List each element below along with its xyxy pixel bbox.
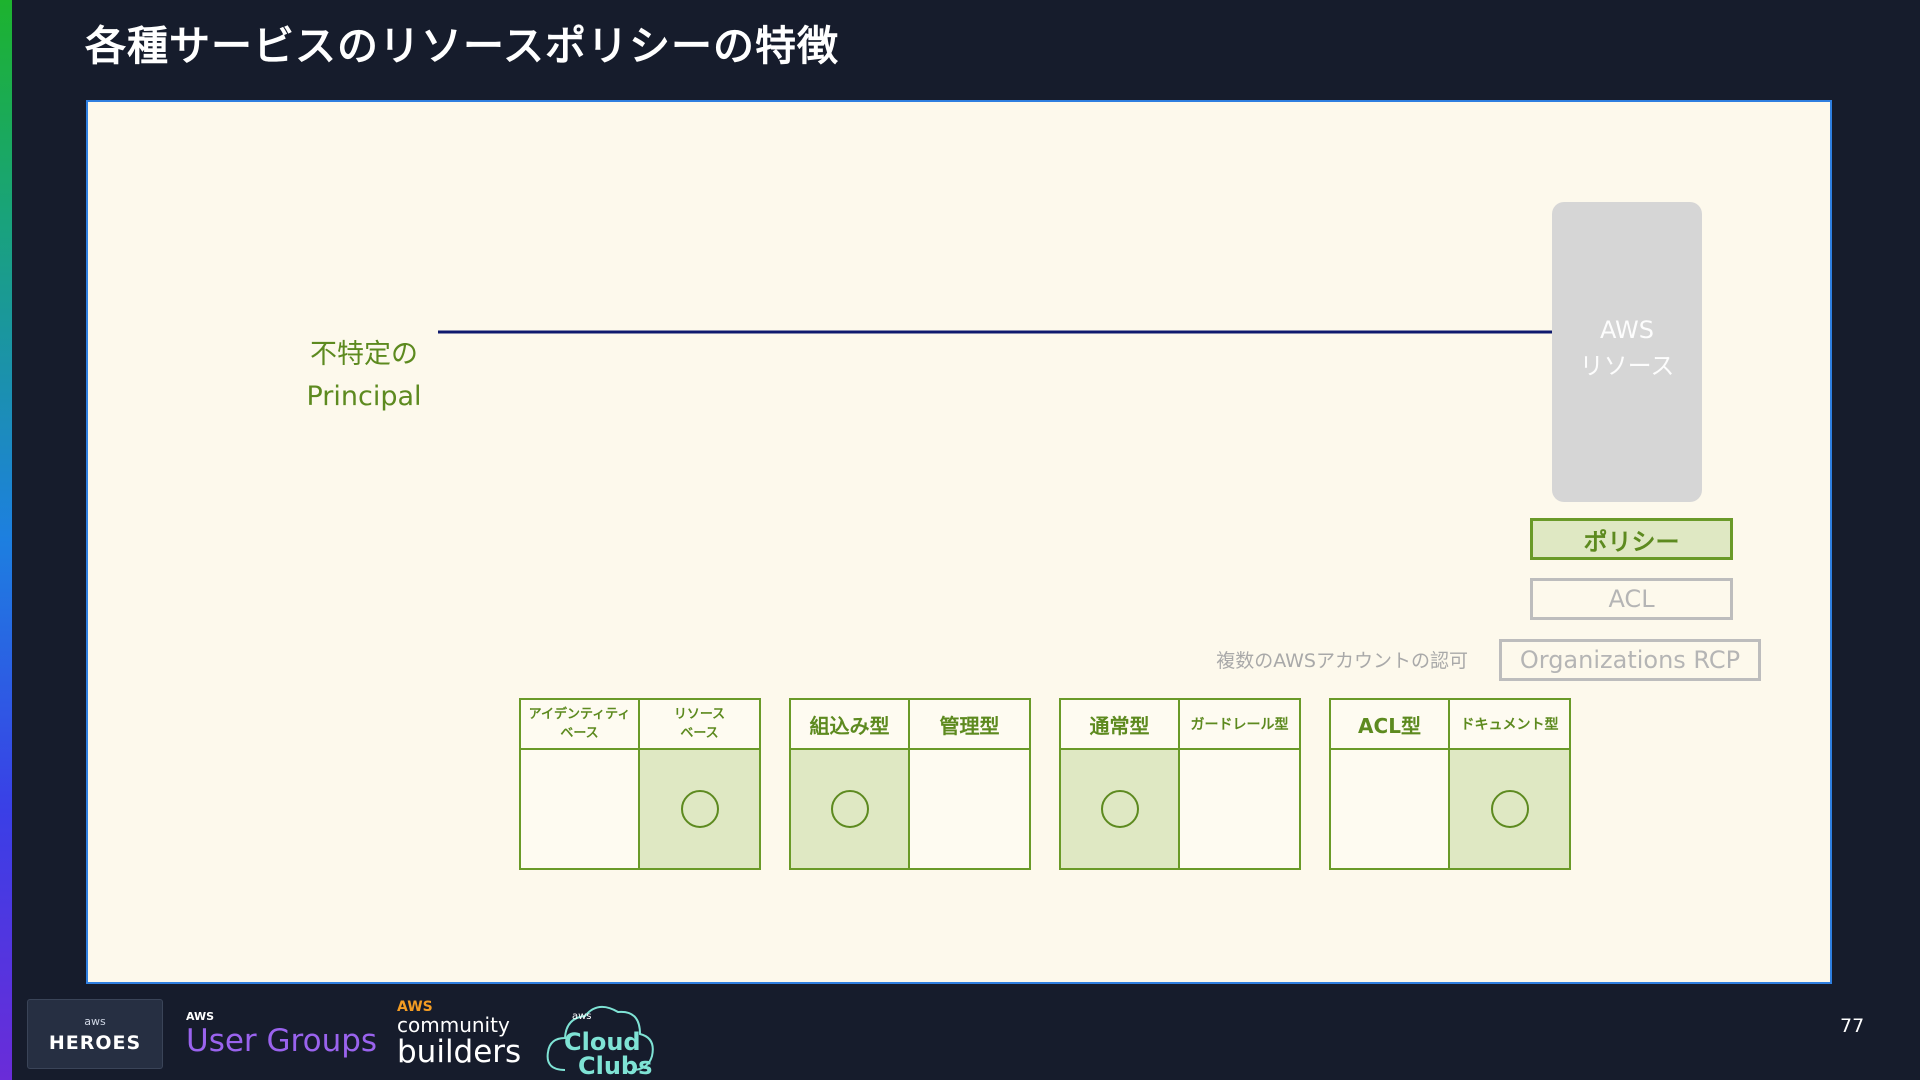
heroes-text: HEROES	[48, 1031, 142, 1054]
aws-cloud-clubs-logo: aws Cloud Clubs	[546, 1005, 654, 1080]
cb-community-text: community	[397, 1013, 510, 1037]
cc-aws-text: aws	[572, 1011, 592, 1022]
cb-builders-text: builders	[397, 1034, 522, 1070]
table-cell	[1331, 750, 1450, 868]
table-cell-marked	[1450, 750, 1569, 868]
circle-mark-icon	[830, 790, 869, 828]
table-cell-marked	[1061, 750, 1180, 868]
table-header: ガードレール型	[1180, 700, 1299, 750]
table-cell	[1180, 750, 1299, 868]
table-header: 管理型	[910, 700, 1029, 750]
table-normal-guardrail: 通常型 ガードレール型	[1059, 698, 1301, 870]
policy-tag: ポリシー	[1530, 518, 1733, 560]
resource-line1: AWS	[1599, 316, 1655, 344]
table-header: ドキュメント型	[1450, 700, 1569, 750]
acl-tag: ACL	[1530, 578, 1733, 620]
principal-line2: Principal	[306, 381, 422, 412]
table-cell	[521, 750, 640, 868]
table-cell-marked	[791, 750, 910, 868]
side-gradient-strip	[0, 0, 12, 1080]
table-cell	[910, 750, 1029, 868]
table-builtin-managed: 組込み型 管理型	[789, 698, 1031, 870]
table-header: 通常型	[1061, 700, 1180, 750]
table-acl-document: ACL型 ドキュメント型	[1329, 698, 1571, 870]
slide-title: 各種サービスのリソースポリシーの特徴	[85, 22, 839, 70]
table-header: 組込み型	[791, 700, 910, 750]
table-header: アイデンティティ ベース	[521, 700, 640, 750]
aws-resource-box: AWS リソース	[1552, 202, 1702, 502]
ug-aws-text: AWS	[186, 1010, 215, 1023]
table-identity-resource: アイデンティティ ベース リソース ベース	[519, 698, 761, 870]
footer-logos: aws HEROES AWS User Groups AWS community…	[0, 990, 1920, 1080]
aws-heroes-logo: aws HEROES	[27, 999, 163, 1069]
table-cell-marked	[640, 750, 759, 868]
circle-mark-icon	[680, 790, 719, 828]
circle-mark-icon	[1490, 790, 1529, 828]
ug-text: User Groups	[186, 1023, 378, 1059]
rcp-tag: Organizations RCP	[1499, 639, 1761, 681]
access-arrow	[438, 325, 1629, 339]
resource-line2: リソース	[1579, 352, 1675, 380]
heroes-aws-text: aws	[84, 1014, 106, 1028]
rcp-note: 複数のAWSアカウントの認可	[1216, 650, 1468, 672]
cc-line2-text: Clubs	[578, 1052, 652, 1080]
table-header: ACL型	[1331, 700, 1450, 750]
aws-user-groups-logo: AWS User Groups	[186, 1010, 377, 1059]
aws-community-builders-logo: AWS community builders	[397, 999, 521, 1069]
circle-mark-icon	[1100, 790, 1139, 828]
table-header: リソース ベース	[640, 700, 759, 750]
page-number: 77	[1840, 1015, 1865, 1037]
